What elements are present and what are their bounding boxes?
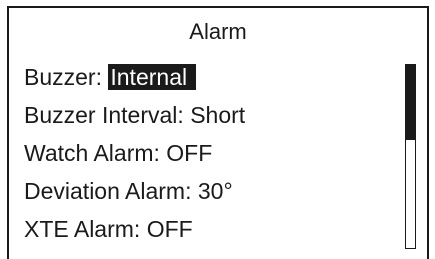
- menu-item-value: OFF: [146, 216, 193, 242]
- scrollbar[interactable]: [405, 64, 416, 249]
- menu-item-buzzer-interval[interactable]: Buzzer Interval: Short: [24, 101, 245, 129]
- menu-item-label: Buzzer:: [24, 64, 109, 90]
- menu-item-value-selected[interactable]: Internal: [108, 64, 197, 90]
- menu-item-xte-alarm[interactable]: XTE Alarm: OFF: [24, 215, 193, 243]
- scrollbar-thumb[interactable]: [406, 65, 415, 140]
- screen-title: Alarm: [189, 19, 247, 44]
- menu-item-buzzer[interactable]: Buzzer: Internal: [24, 63, 197, 91]
- menu-item-label: Watch Alarm:: [24, 140, 167, 166]
- menu-item-label: Deviation Alarm:: [24, 178, 198, 204]
- menu-item-watch-alarm[interactable]: Watch Alarm: OFF: [24, 139, 212, 167]
- menu-item-label: XTE Alarm:: [24, 216, 147, 242]
- alarm-menu-screen: Alarm Buzzer: Internal Buzzer Interval: …: [7, 6, 429, 259]
- menu-item-value: OFF: [166, 140, 213, 166]
- menu-item-label: Buzzer Interval:: [24, 102, 191, 128]
- menu-item-value: 30°: [197, 178, 233, 204]
- menu-item-deviation-alarm[interactable]: Deviation Alarm: 30°: [24, 177, 233, 205]
- menu-item-value: Short: [190, 102, 246, 128]
